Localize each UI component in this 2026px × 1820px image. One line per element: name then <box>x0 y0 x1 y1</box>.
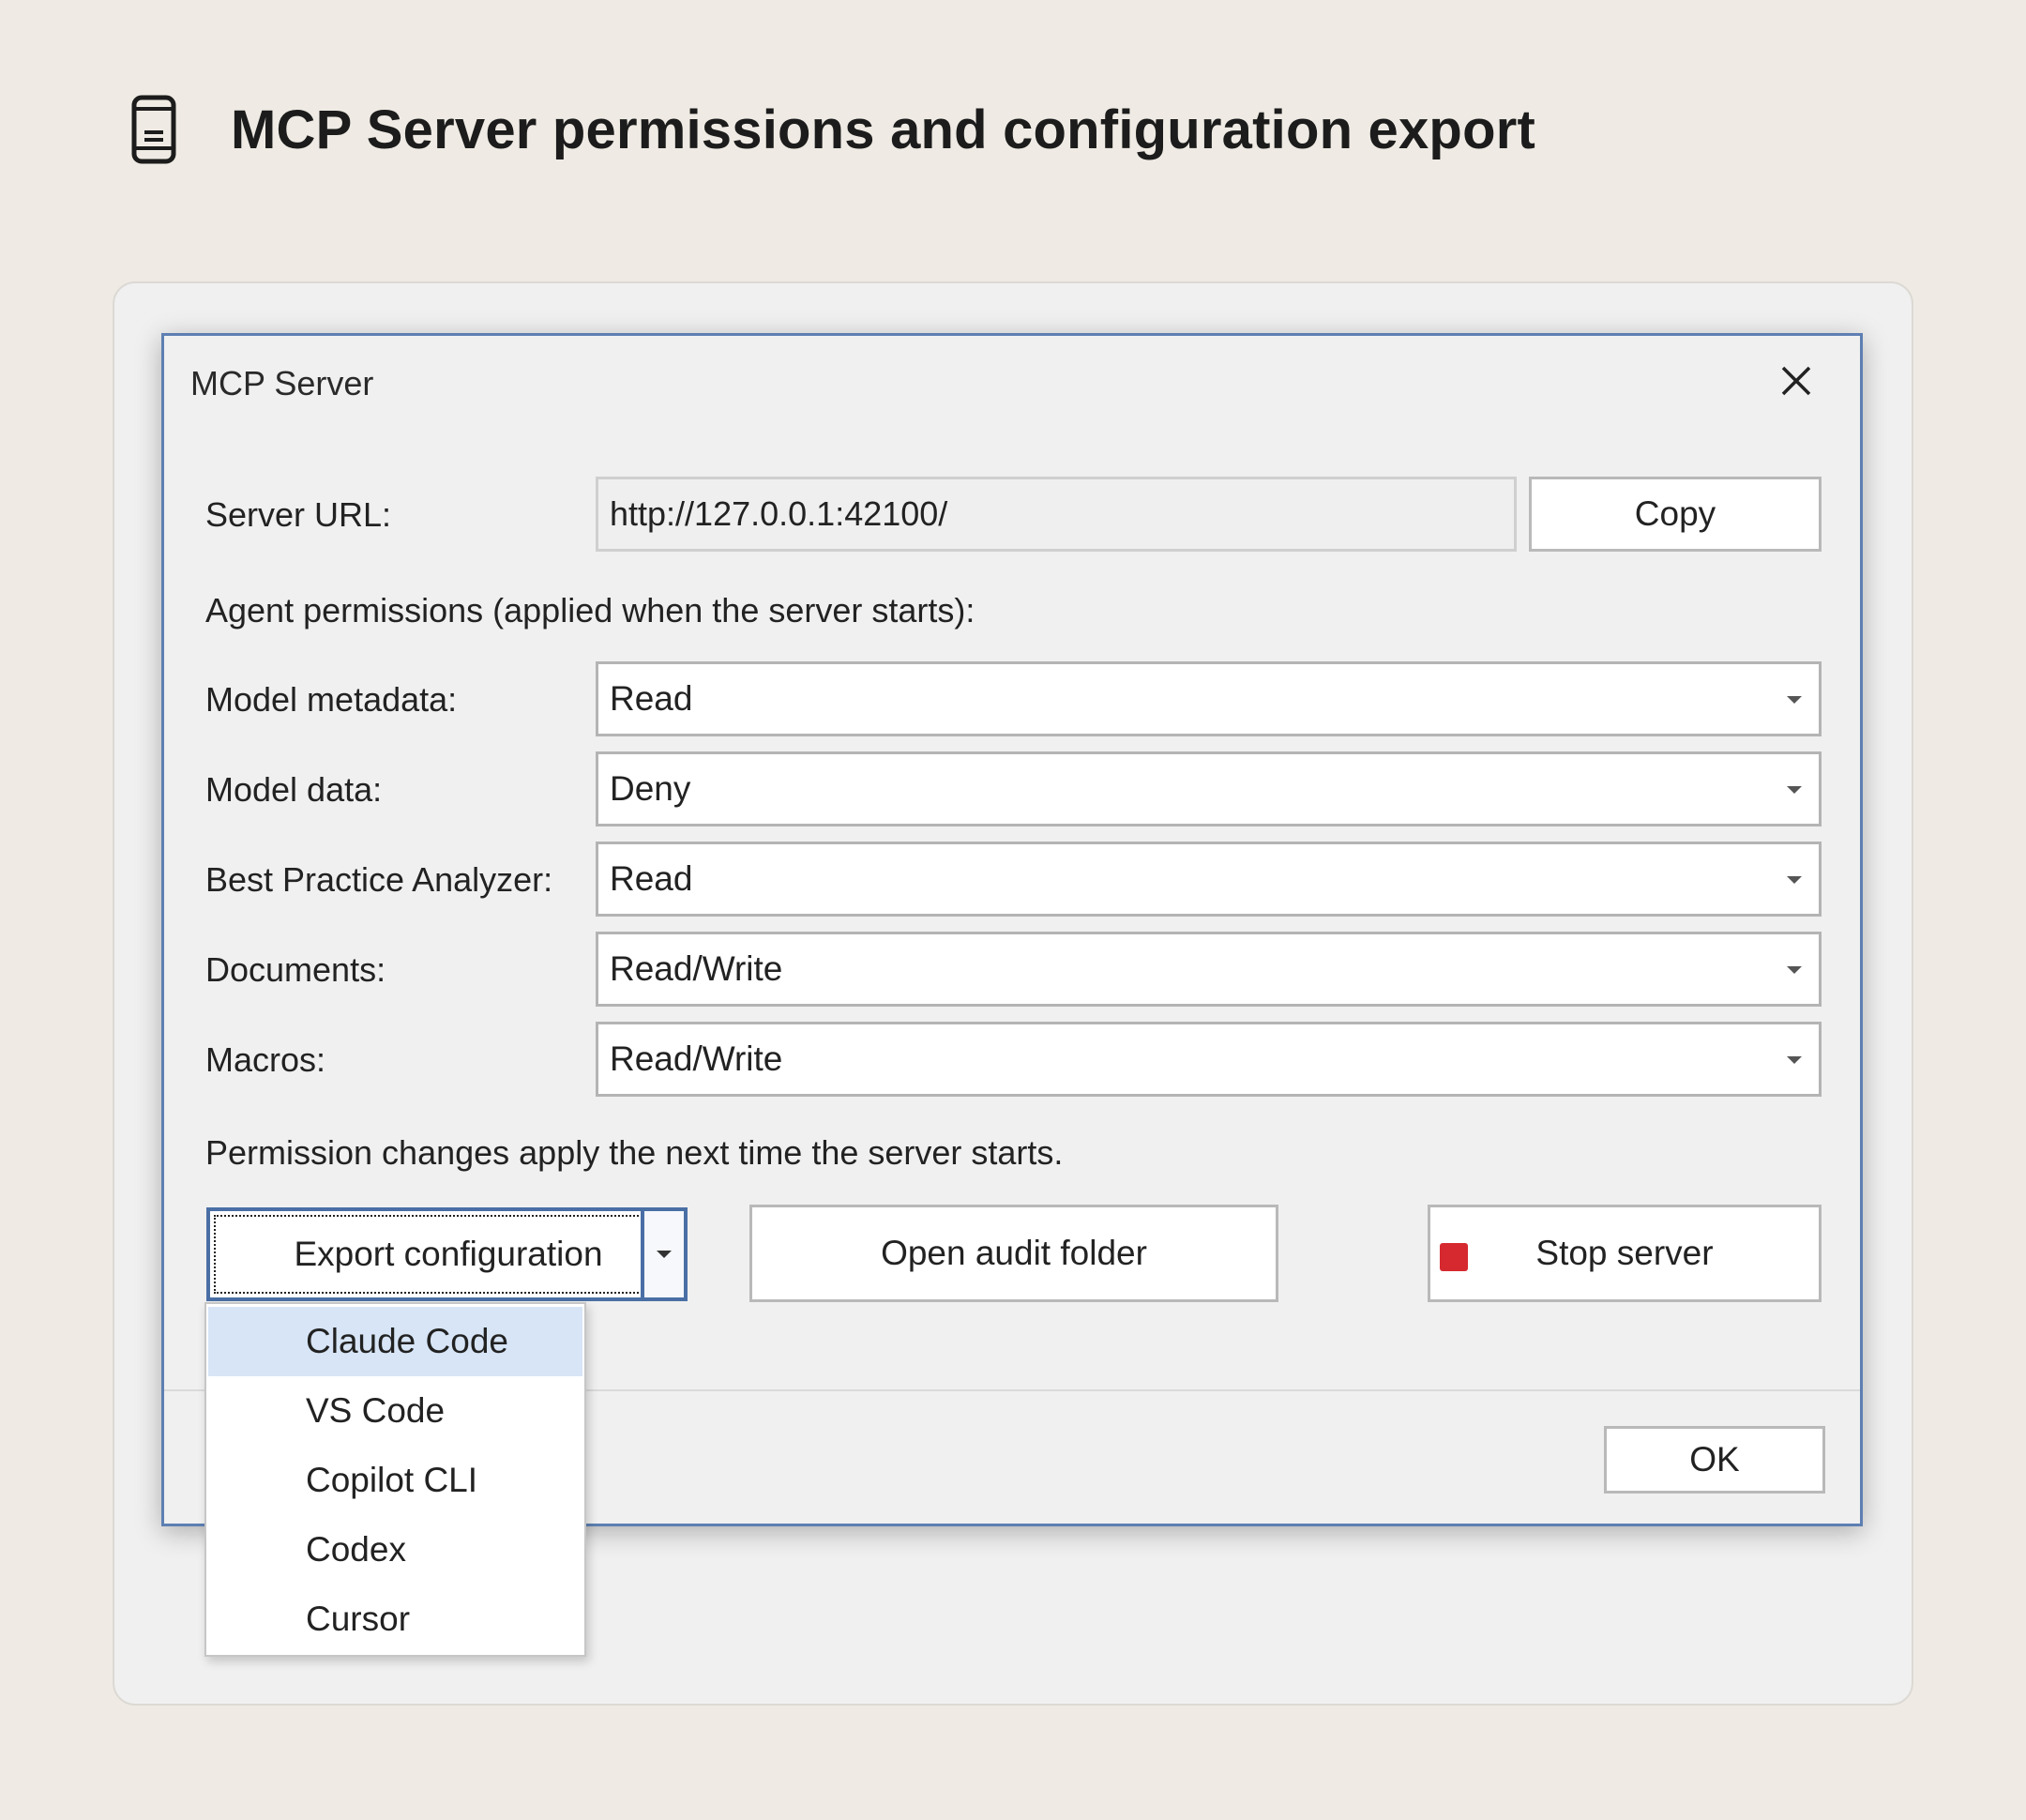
best-practice-analyzer-label: Best Practice Analyzer: <box>205 860 553 899</box>
stop-server-button[interactable]: Stop server <box>1428 1205 1822 1302</box>
close-button[interactable] <box>1770 356 1822 409</box>
model-data-label: Model data: <box>205 770 383 809</box>
documents-value: Read/Write <box>610 949 783 988</box>
dialog-title: MCP Server <box>190 364 374 402</box>
chevron-down-icon <box>1787 1056 1802 1064</box>
menu-item-codex[interactable]: Codex <box>208 1515 582 1585</box>
export-target-menu: Claude Code VS Code Copilot CLI Codex Cu… <box>204 1302 586 1657</box>
ok-button[interactable]: OK <box>1604 1426 1825 1494</box>
model-data-select[interactable]: Deny <box>596 751 1822 827</box>
page: MCP Server permissions and configuration… <box>0 0 2026 1820</box>
model-metadata-select[interactable]: Read <box>596 661 1822 736</box>
chevron-down-icon <box>657 1251 672 1258</box>
macros-value: Read/Write <box>610 1039 783 1078</box>
menu-item-copilot-cli[interactable]: Copilot CLI <box>208 1446 582 1515</box>
permissions-heading: Agent permissions (applied when the serv… <box>205 591 975 629</box>
best-practice-analyzer-select[interactable]: Read <box>596 842 1822 917</box>
chevron-down-icon <box>1787 786 1802 794</box>
menu-item-cursor[interactable]: Cursor <box>208 1585 582 1654</box>
permission-note: Permission changes apply the next time t… <box>205 1133 1064 1172</box>
mobile-device-icon <box>129 94 178 165</box>
server-url-label: Server URL: <box>205 495 392 534</box>
chevron-down-icon <box>1787 966 1802 974</box>
copy-button[interactable]: Copy <box>1529 477 1822 552</box>
page-title: MCP Server permissions and configuration… <box>231 99 1535 160</box>
model-data-value: Deny <box>610 769 691 808</box>
menu-item-claude-code[interactable]: Claude Code <box>208 1307 582 1376</box>
server-url-field[interactable]: http://127.0.0.1:42100/ <box>596 477 1517 552</box>
documents-select[interactable]: Read/Write <box>596 932 1822 1007</box>
export-configuration-button[interactable]: Export configuration <box>206 1207 688 1301</box>
page-header: MCP Server permissions and configuration… <box>129 90 1535 169</box>
macros-label: Macros: <box>205 1040 326 1079</box>
menu-item-vs-code[interactable]: VS Code <box>208 1376 582 1446</box>
model-metadata-label: Model metadata: <box>205 680 458 719</box>
best-practice-analyzer-value: Read <box>610 859 693 898</box>
stop-icon <box>1440 1243 1468 1271</box>
open-audit-folder-button[interactable]: Open audit folder <box>749 1205 1278 1302</box>
stop-server-label: Stop server <box>1535 1234 1714 1272</box>
chevron-down-icon <box>1787 696 1802 704</box>
model-metadata-value: Read <box>610 679 693 718</box>
macros-select[interactable]: Read/Write <box>596 1022 1822 1097</box>
documents-label: Documents: <box>205 950 386 989</box>
export-configuration-label: Export configuration <box>214 1215 683 1294</box>
chevron-down-icon <box>1787 876 1802 884</box>
close-icon <box>1780 365 1812 402</box>
export-dropdown-toggle[interactable] <box>641 1211 684 1297</box>
